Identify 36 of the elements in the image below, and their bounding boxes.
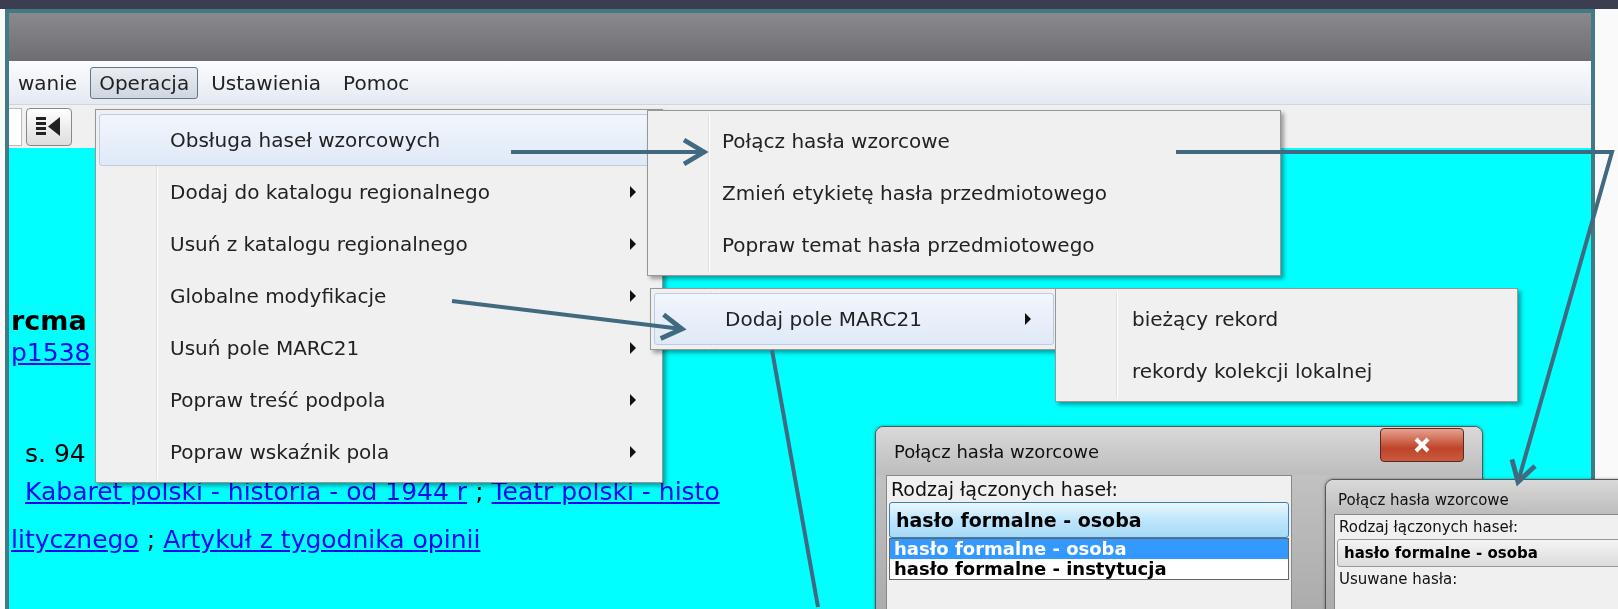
record-heading: rcma xyxy=(11,305,87,336)
menu-option[interactable]: Popraw wskaźnik pola xyxy=(99,426,659,478)
menu-item[interactable]: Operacja xyxy=(90,66,199,99)
field-label: Rodzaj łączonych haseł: xyxy=(890,477,1119,502)
submenu-arrow-icon xyxy=(630,394,636,406)
menu-option[interactable]: bieżący rekord xyxy=(1059,293,1514,345)
list-option[interactable]: hasło formalne - instytucja xyxy=(890,559,1288,579)
dialog-title: Połącz hasła wzorcowe xyxy=(894,440,1099,462)
field-label: Usuwane hasła: xyxy=(1338,569,1459,590)
record-link[interactable]: p1538 xyxy=(11,338,91,367)
subject-link[interactable]: litycznego xyxy=(11,516,139,564)
submenu-arrow-icon xyxy=(630,446,636,458)
separator: ; xyxy=(146,524,156,556)
separator: ; xyxy=(475,476,484,508)
menu-option[interactable]: Dodaj pole MARC21 xyxy=(654,293,1054,345)
field-label: Rodzaj łączonych haseł: xyxy=(1338,517,1520,538)
subject-link[interactable]: Artykuł z tygodnika opinii xyxy=(163,516,481,564)
submenu-arrow-icon xyxy=(630,290,636,302)
menu-item[interactable]: Ustawienia xyxy=(202,66,331,99)
page-range: s. 94 xyxy=(25,439,86,468)
menu-option[interactable]: Popraw temat hasła przedmiotowego xyxy=(651,219,1277,271)
submenu-arrow-icon xyxy=(1025,313,1031,325)
dialog-title: Połącz hasła wzorcowe xyxy=(1338,491,1509,509)
input-field[interactable] xyxy=(9,107,22,146)
combo-box[interactable]: hasło formalne - osoba xyxy=(1337,539,1618,567)
submenu-arrow-icon xyxy=(630,238,636,250)
submenu-arrow-icon xyxy=(630,186,636,198)
toolbar-button[interactable] xyxy=(26,107,72,146)
menu-item[interactable]: Pomoc xyxy=(334,66,419,99)
menu-item[interactable]: wanie xyxy=(9,66,87,99)
menu-option[interactable]: rekordy kolekcji lokalnej xyxy=(1059,345,1514,397)
menu-option[interactable]: Popraw treść podpola xyxy=(99,374,659,426)
combo-box[interactable]: hasło formalne - osoba xyxy=(889,502,1289,538)
submenu-arrow-icon xyxy=(630,342,636,354)
menu-option[interactable]: Zmień etykietę hasła przedmiotowego xyxy=(651,167,1277,219)
close-button[interactable] xyxy=(1380,428,1464,462)
